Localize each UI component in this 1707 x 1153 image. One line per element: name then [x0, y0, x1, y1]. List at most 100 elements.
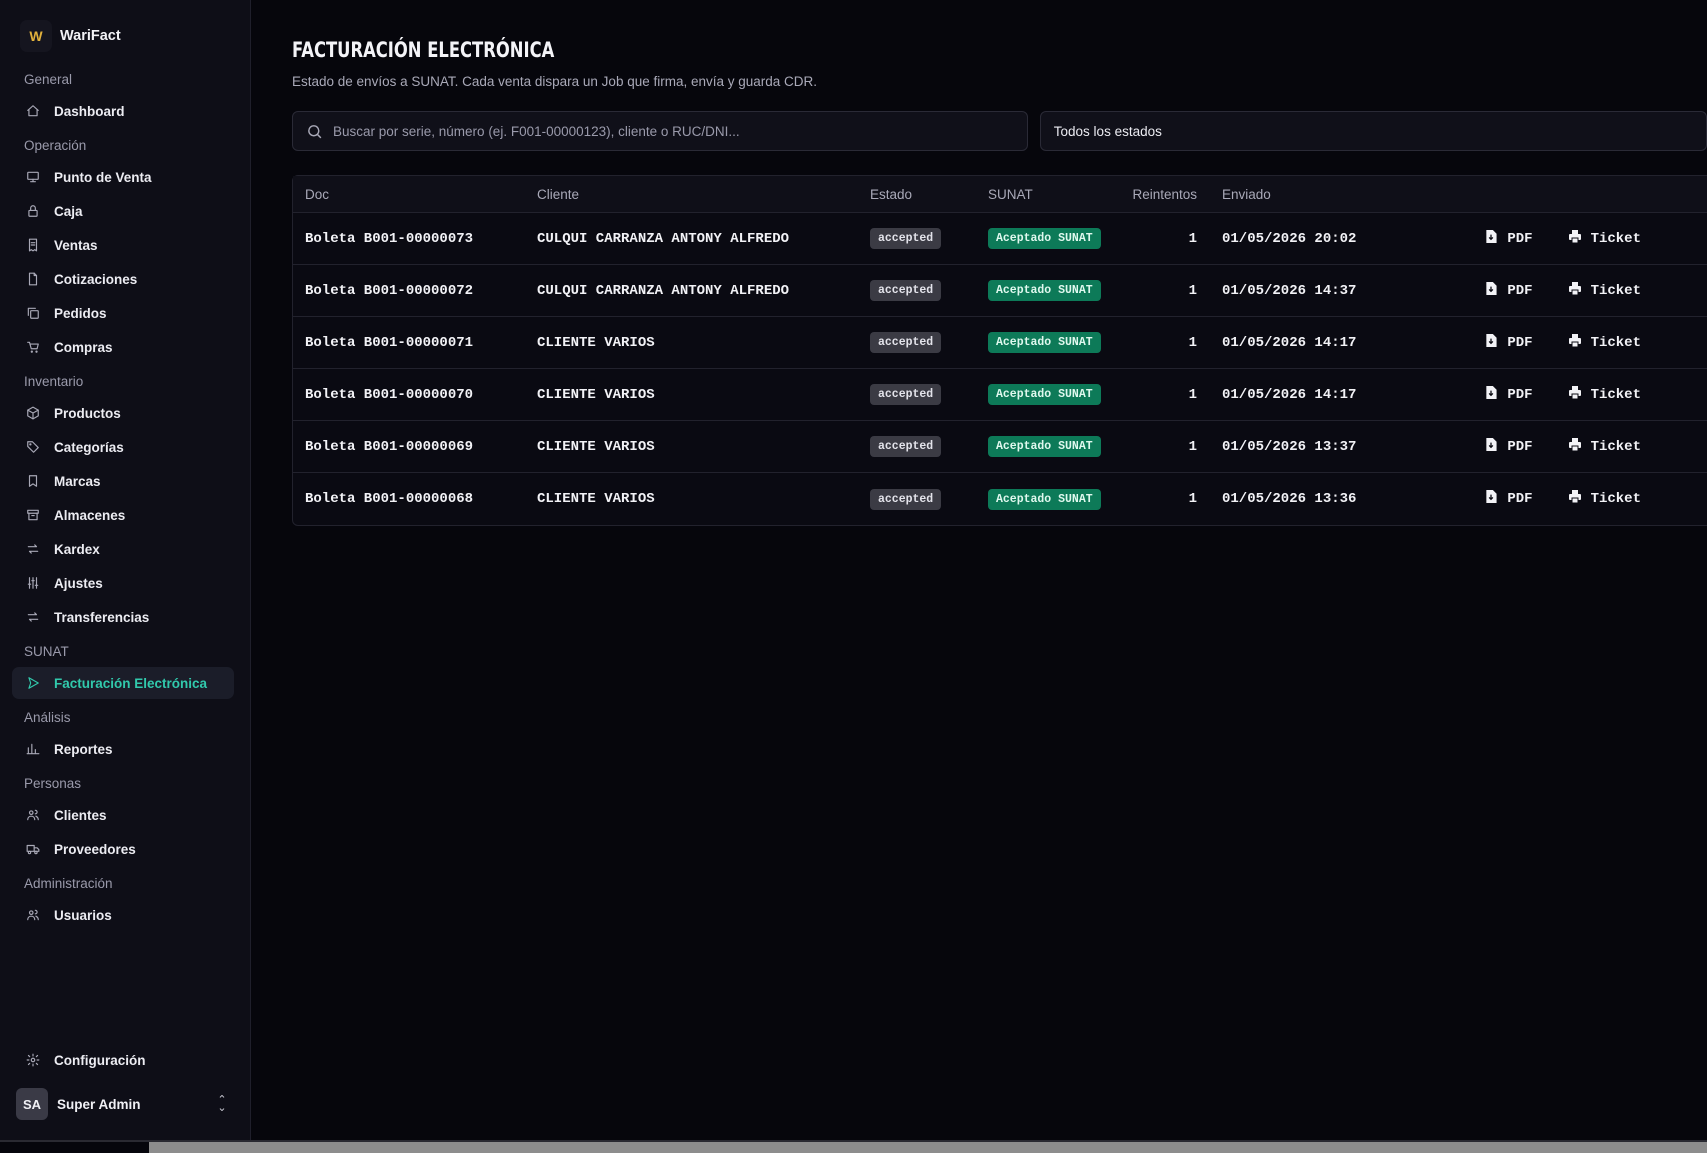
filters-bar: Todos los estados [292, 111, 1707, 151]
horizontal-scrollbar[interactable] [149, 1142, 1707, 1153]
cliente-cell: CLIENTE VARIOS [537, 438, 655, 455]
sidebar-item-cotizaciones[interactable]: Cotizaciones [12, 263, 234, 295]
transfer-icon [26, 610, 40, 624]
user-menu[interactable]: SA Super Admin ⌃ ⌄ [16, 1088, 234, 1120]
ticket-button[interactable]: Ticket [1568, 281, 1641, 300]
user-group-icon [26, 908, 40, 922]
doc-cell: Boleta B001-00000072 [305, 282, 474, 299]
sidebar-item-label: Clientes [54, 807, 107, 823]
sunat-badge: Aceptado SUNAT [988, 228, 1101, 249]
cliente-cell: CULQUI CARRANZA ANTONY ALFREDO [537, 282, 790, 299]
ticket-button[interactable]: Ticket [1568, 490, 1641, 508]
file-icon [26, 272, 40, 286]
actions-cell: PDF Ticket [1457, 385, 1707, 404]
chevrons-up-down-icon: ⌃ ⌄ [217, 1094, 227, 1114]
sidebar-item-productos[interactable]: Productos [12, 397, 234, 429]
arrows-icon [26, 542, 40, 556]
doc-cell: Boleta B001-00000069 [305, 438, 474, 455]
brand-logo: W [20, 20, 52, 52]
reintentos-cell: 1 [1188, 386, 1197, 403]
nav-group-label: Personas [24, 776, 82, 791]
sidebar-item-proveedores[interactable]: Proveedores [12, 833, 234, 865]
pdf-label: PDF [1507, 230, 1533, 247]
gear-icon [26, 1053, 40, 1067]
sidebar-item-label: Almacenes [54, 507, 126, 523]
page-subtitle: Estado de envíos a SUNAT. Cada venta dis… [292, 74, 818, 89]
search-input[interactable] [333, 123, 1027, 139]
ticket-button[interactable]: Ticket [1568, 229, 1641, 248]
pdf-button[interactable]: PDF [1485, 281, 1533, 300]
file-download-icon [1485, 333, 1507, 352]
main-content: FACTURACIÓN ELECTRÓNICA Estado de envíos… [251, 0, 1707, 1140]
box-icon [26, 406, 40, 420]
nav-group-label: Administración [24, 876, 113, 891]
sidebar-item-label: Facturación Electrónica [54, 675, 208, 691]
sidebar-item-reportes[interactable]: Reportes [12, 733, 234, 765]
pdf-label: PDF [1507, 491, 1533, 507]
column-header-enviado: Enviado [1222, 186, 1271, 202]
pdf-button[interactable]: PDF [1485, 229, 1533, 248]
ticket-label: Ticket [1590, 386, 1641, 403]
sidebar-item-compras[interactable]: Compras [12, 331, 234, 363]
reintentos-cell: 1 [1188, 282, 1197, 299]
printer-icon [1568, 333, 1591, 352]
sunat-badge: Aceptado SUNAT [988, 280, 1101, 301]
table-row: Boleta B001-00000072 CULQUI CARRANZA ANT… [293, 265, 1707, 317]
sidebar-item-dashboard[interactable]: Dashboard [12, 95, 234, 127]
ticket-button[interactable]: Ticket [1568, 333, 1641, 352]
documents-table: Doc Cliente Estado SUNAT Reintentos Envi… [292, 175, 1707, 526]
search-box [292, 111, 1028, 151]
table-row: Boleta B001-00000070 CLIENTE VARIOS acce… [293, 369, 1707, 421]
search-icon [308, 124, 322, 138]
table-header: Doc Cliente Estado SUNAT Reintentos Envi… [293, 176, 1707, 213]
sidebar-item-label: Punto de Venta [54, 169, 152, 185]
estado-cell: accepted [858, 332, 976, 353]
sunat-badge: Aceptado SUNAT [988, 488, 1101, 510]
sidebar-item-label: Cotizaciones [54, 271, 138, 287]
bookmark-icon [26, 474, 40, 488]
sunat-badge: Aceptado SUNAT [988, 332, 1101, 353]
brand[interactable]: W WariFact [20, 19, 250, 53]
sidebar-item-facturacion-electronica[interactable]: Facturación Electrónica [12, 667, 234, 699]
sidebar-item-clientes[interactable]: Clientes [12, 799, 234, 831]
pdf-button[interactable]: PDF [1485, 490, 1533, 508]
ticket-button[interactable]: Ticket [1568, 437, 1641, 456]
status-badge: accepted [870, 488, 942, 510]
sliders-icon [26, 576, 40, 590]
sidebar-item-usuarios[interactable]: Usuarios [12, 899, 234, 931]
table-row: Boleta B001-00000069 CLIENTE VARIOS acce… [293, 421, 1707, 473]
sidebar-item-label: Ajustes [54, 575, 103, 591]
sidebar-item-transferencias[interactable]: Transferencias [12, 601, 234, 633]
sidebar-item-ajustes[interactable]: Ajustes [12, 567, 234, 599]
printer-icon [1568, 229, 1591, 248]
sidebar-item-configuracion[interactable]: Configuración [12, 1044, 234, 1076]
pdf-button[interactable]: PDF [1485, 437, 1533, 456]
sidebar-item-almacenes[interactable]: Almacenes [12, 499, 234, 531]
sidebar-item-categorias[interactable]: Categorías [12, 431, 234, 463]
sidebar-item-label: Kardex [54, 541, 100, 557]
estado-cell: accepted [858, 280, 976, 301]
nav-group-label: General [24, 72, 73, 87]
sidebar-item-pedidos[interactable]: Pedidos [12, 297, 234, 329]
pdf-button[interactable]: PDF [1485, 385, 1533, 404]
sidebar-item-caja[interactable]: Caja [12, 195, 234, 227]
status-badge: accepted [870, 332, 942, 353]
user-name: Super Admin [57, 1096, 141, 1112]
ticket-button[interactable]: Ticket [1568, 385, 1641, 404]
pdf-button[interactable]: PDF [1485, 333, 1533, 352]
reintentos-cell: 1 [1188, 438, 1197, 455]
sidebar-item-label: Dashboard [54, 103, 125, 119]
sidebar-item-punto-de-venta[interactable]: Punto de Venta [12, 161, 234, 193]
send-icon [26, 676, 40, 690]
sidebar-item-label: Pedidos [54, 305, 107, 321]
sidebar-item-kardex[interactable]: Kardex [12, 533, 234, 565]
nav-group-label: SUNAT [24, 644, 69, 659]
doc-cell: Boleta B001-00000068 [305, 491, 474, 507]
receipt-icon [26, 238, 40, 252]
file-download-icon [1485, 490, 1507, 508]
status-filter-select[interactable]: Todos los estados [1039, 111, 1707, 151]
column-header-cliente: Cliente [537, 186, 580, 202]
sidebar-item-marcas[interactable]: Marcas [12, 465, 234, 497]
sidebar-item-ventas[interactable]: Ventas [12, 229, 234, 261]
cliente-cell: CLIENTE VARIOS [537, 386, 655, 403]
